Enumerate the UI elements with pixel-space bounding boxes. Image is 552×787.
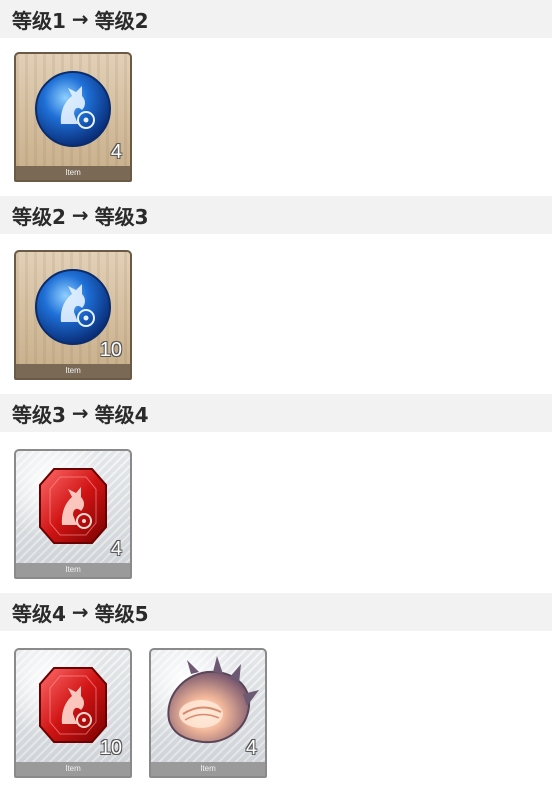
item-count: 4 [110, 538, 122, 560]
level-from: 等级3 [12, 402, 66, 427]
item-card-blue-coin[interactable]: 10 Item [14, 250, 132, 380]
item-count: 10 [99, 737, 122, 759]
item-card-red-gem[interactable]: 10 Item [14, 648, 132, 778]
item-footer-label: Item [16, 563, 130, 577]
level-to: 等级5 [94, 601, 149, 626]
item-footer-label: Item [16, 166, 130, 180]
level-to: 等级2 [94, 8, 149, 33]
arrow-icon: → [71, 7, 89, 31]
level-from: 等级2 [12, 204, 66, 229]
level-to: 等级4 [94, 402, 149, 427]
level-from: 等级4 [12, 601, 66, 626]
item-card-seashell[interactable]: 4 Item [149, 648, 267, 778]
item-footer-label: Item [16, 762, 130, 776]
arrow-icon: → [71, 600, 89, 624]
item-footer-label: Item [16, 364, 130, 378]
item-card-blue-coin[interactable]: 4 Item [14, 52, 132, 182]
item-count: 4 [245, 737, 257, 759]
arrow-icon: → [71, 401, 89, 425]
level-from: 等级1 [12, 8, 66, 33]
item-card-red-gem[interactable]: 4 Item [14, 449, 132, 579]
section-header-1: 等级1 → 等级2 [0, 0, 552, 38]
item-count: 4 [110, 141, 122, 163]
section-header-4: 等级4 → 等级5 [0, 593, 552, 631]
section-header-3: 等级3 → 等级4 [0, 394, 552, 432]
section-header-2: 等级2 → 等级3 [0, 196, 552, 234]
item-footer-label: Item [151, 762, 265, 776]
arrow-icon: → [71, 203, 89, 227]
item-count: 10 [99, 339, 122, 361]
level-to: 等级3 [94, 204, 149, 229]
